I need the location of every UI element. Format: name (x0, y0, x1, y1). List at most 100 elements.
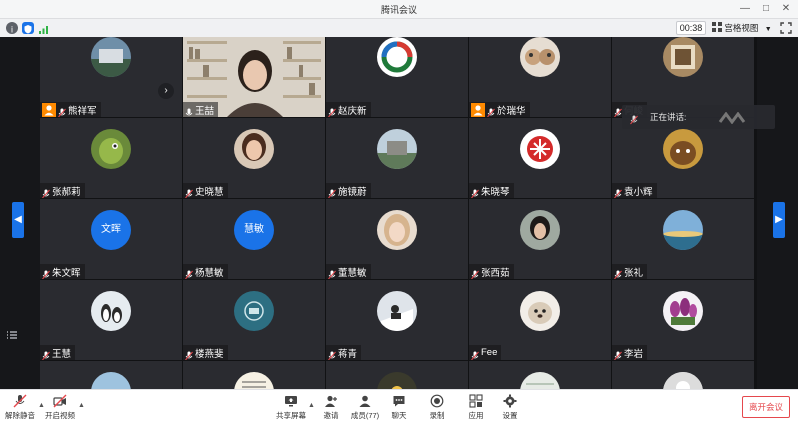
mic-muted-icon (13, 394, 27, 408)
participant-tile[interactable]: 朱晓琴 (469, 118, 611, 198)
mic-muted-icon (328, 348, 336, 360)
participant-tile[interactable]: 赵庆新 (326, 37, 468, 117)
chevron-up-icon[interactable]: ▲ (78, 402, 85, 409)
speaking-indicator: 正在讲话: (622, 105, 775, 129)
invite-label: 邀请 (323, 411, 339, 420)
members-icon (359, 395, 371, 407)
participant-tile[interactable]: 张西茹 (469, 199, 611, 279)
mic-muted-icon (328, 105, 336, 117)
grid-view-button[interactable]: 宫格视图 ▼ (712, 21, 772, 35)
participant-tile[interactable]: 蒋青 (326, 280, 468, 360)
participant-tile[interactable]: 熊祥军 › (40, 37, 182, 117)
speaking-label: 正在讲话: (650, 112, 687, 122)
mic-muted-icon (185, 267, 193, 279)
mic-muted-icon (614, 267, 622, 279)
grid-icon (712, 22, 722, 32)
participant-tile[interactable]: 於瑞华 (469, 37, 611, 117)
participant-name-bar: 楼燕斐 (183, 345, 228, 360)
mic-muted-icon (471, 267, 479, 279)
participant-name-bar: 张郝莉 (40, 183, 85, 198)
avatar (663, 129, 703, 169)
participant-tile[interactable]: 张礼 (612, 199, 754, 279)
mic-muted-icon (42, 186, 50, 198)
participant-tile[interactable]: 王慧 (40, 280, 182, 360)
next-page-button[interactable]: ▶ (773, 202, 785, 238)
chevron-down-icon: ▼ (764, 26, 772, 33)
chat-label: 聊天 (391, 411, 407, 420)
participant-name: 李岩 (624, 348, 644, 360)
participant-name-bar: Fee (469, 345, 502, 360)
signal-icon[interactable] (38, 22, 50, 34)
chevron-right-icon[interactable]: › (158, 83, 174, 99)
leave-meeting-button[interactable]: 离开会议 (742, 396, 790, 418)
participant-name: 王喆 (195, 105, 215, 117)
participant-tile[interactable] (469, 361, 611, 389)
participant-tile[interactable]: 楼燕斐 (183, 280, 325, 360)
mic-muted-icon (614, 186, 622, 198)
participant-name: 熊祥军 (68, 105, 97, 117)
participant-tile[interactable]: 袁小辉 (612, 118, 754, 198)
mic-muted-icon (614, 348, 622, 360)
avatar (663, 37, 703, 77)
participant-tile[interactable]: 张郝莉 (40, 118, 182, 198)
avatar (91, 37, 131, 77)
participant-name-bar: 蒋青 (326, 345, 362, 360)
participant-name-bar: 袁小辉 (612, 183, 657, 198)
participant-name-bar: 杨慧敏 (183, 264, 228, 279)
default-avatar-icon (663, 372, 703, 389)
avatar (663, 210, 703, 250)
share-screen-button[interactable]: 共享屏幕 (273, 394, 309, 421)
apps-label: 应用 (468, 411, 484, 420)
chat-button[interactable]: 聊天 (381, 394, 417, 421)
participant-name-bar: 施镜蔚 (326, 183, 371, 198)
maximize-icon[interactable]: □ (759, 2, 773, 16)
unmute-label: 解除静音 (5, 411, 35, 420)
members-button[interactable]: 成员(77) (347, 394, 383, 421)
invite-button[interactable]: 邀请 (313, 394, 349, 421)
participant-name: 楼燕斐 (195, 348, 224, 360)
previous-page-button[interactable]: ◀ (12, 202, 24, 238)
share-screen-icon (285, 396, 297, 407)
close-icon[interactable]: ✕ (779, 2, 793, 16)
avatar (91, 291, 131, 331)
avatar (377, 372, 417, 389)
participant-name: 张西茹 (481, 267, 510, 279)
participant-name: 史晓慧 (195, 186, 224, 198)
participant-tile[interactable]: 文晖 朱文晖 (40, 199, 182, 279)
unmute-button[interactable]: 解除静音 (2, 394, 38, 421)
participant-tile[interactable]: 史晓慧 (183, 118, 325, 198)
participant-tile[interactable]: 董慧敏 (326, 199, 468, 279)
info-icon[interactable]: i (6, 22, 18, 35)
participant-name: 朱文晖 (52, 267, 81, 279)
meeting-timer: 00:38 (676, 21, 706, 35)
apps-icon (469, 394, 483, 408)
participant-tile[interactable] (612, 361, 754, 389)
participant-tile[interactable]: 慧敏 杨慧敏 (183, 199, 325, 279)
participant-name-bar: 史晓慧 (183, 183, 228, 198)
participant-tile[interactable]: 李岩 (612, 280, 754, 360)
bottom-toolbar: 解除静音 ▲ 开启视频 ▲ 共享屏幕 ▲ 邀请 成员(77) 聊天 录制 应用 … (0, 389, 798, 425)
participant-name: 赵庆新 (338, 105, 367, 117)
shield-icon[interactable] (22, 22, 34, 34)
avatar (520, 37, 560, 77)
participant-tile[interactable] (326, 361, 468, 389)
participant-tile[interactable]: 施镜蔚 (326, 118, 468, 198)
start-video-button[interactable]: 开启视频 (42, 394, 78, 421)
participant-name: 朱晓琴 (481, 186, 510, 198)
gear-icon (503, 394, 517, 408)
participant-name: 蒋青 (338, 348, 358, 360)
list-icon[interactable] (6, 328, 18, 340)
fullscreen-icon[interactable] (779, 21, 793, 35)
avatar (520, 372, 560, 389)
participant-name: 董慧敏 (338, 267, 367, 279)
apps-button[interactable]: 应用 (458, 394, 494, 421)
participant-tile[interactable] (183, 361, 325, 389)
view-label: 宫格视图 (724, 23, 759, 33)
participant-tile[interactable]: Fee (469, 280, 611, 360)
participant-tile[interactable] (40, 361, 182, 389)
record-button[interactable]: 录制 (419, 394, 455, 421)
mic-muted-icon (185, 348, 193, 360)
settings-button[interactable]: 设置 (492, 394, 528, 421)
minimize-icon[interactable]: — (738, 2, 752, 16)
participant-tile[interactable]: 王喆 (183, 37, 325, 117)
